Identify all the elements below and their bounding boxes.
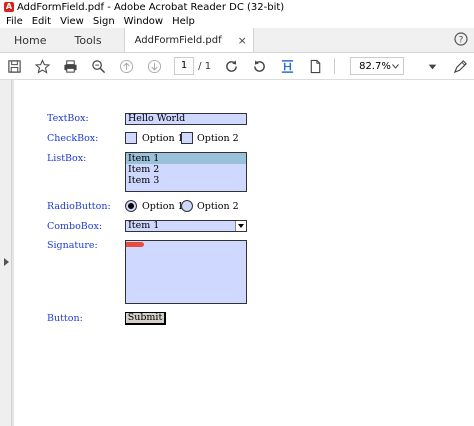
combobox-field[interactable]: Item 1 xyxy=(125,220,247,232)
save-button[interactable] xyxy=(0,53,28,80)
rotate-clockwise-button[interactable] xyxy=(217,53,245,80)
menu-help[interactable]: Help xyxy=(172,16,195,27)
arrow-up-circle-icon xyxy=(119,59,133,73)
listbox-label: ListBox: xyxy=(47,153,87,164)
radio-label: RadioButton: xyxy=(47,201,111,212)
listbox-item[interactable]: Item 3 xyxy=(126,175,246,186)
star-icon xyxy=(34,58,50,74)
close-tab-icon[interactable]: × xyxy=(238,34,247,47)
zoom-value: 82.7% xyxy=(359,60,391,72)
help-icon[interactable]: ? xyxy=(454,31,468,49)
radio-option-1[interactable] xyxy=(125,200,137,212)
checkbox-option-2[interactable] xyxy=(181,132,193,144)
radio-option-2-label: Option 2 xyxy=(197,201,239,212)
rotate-clockwise-icon xyxy=(225,59,237,72)
page-number-input[interactable]: 1 xyxy=(174,57,195,75)
pdf-page: TextBox: Hello World CheckBox: Option 1 … xyxy=(14,80,474,426)
combobox-value: Item 1 xyxy=(128,220,160,231)
fit-width-icon xyxy=(281,59,293,73)
magnifier-icon xyxy=(91,59,105,73)
tab-home[interactable]: Home xyxy=(0,28,60,52)
menu-bar: File Edit View Sign Window Help xyxy=(0,14,474,28)
next-page-button[interactable] xyxy=(140,53,168,80)
menu-window[interactable]: Window xyxy=(124,16,163,27)
printer-icon xyxy=(63,59,77,73)
more-tools-button[interactable] xyxy=(446,53,474,80)
chevron-down-icon xyxy=(392,63,399,69)
button-label: Button: xyxy=(47,313,83,324)
listbox-field[interactable]: Item 1 Item 2 Item 3 xyxy=(125,152,247,192)
acrobat-icon: A xyxy=(4,2,14,12)
combobox-label: ComboBox: xyxy=(47,221,103,232)
window-title: AddFormField.pdf - Adobe Acrobat Reader … xyxy=(17,1,285,13)
signature-field[interactable] xyxy=(125,240,247,304)
tab-document[interactable]: AddFormField.pdf × xyxy=(123,28,254,52)
listbox-item[interactable]: Item 2 xyxy=(126,164,246,175)
menu-view[interactable]: View xyxy=(60,16,84,27)
arrow-down-circle-icon xyxy=(147,59,161,73)
navigation-pane[interactable] xyxy=(0,80,12,426)
expand-pane-icon[interactable] xyxy=(4,258,9,266)
tab-document-label: AddFormField.pdf xyxy=(134,34,222,46)
save-icon xyxy=(7,59,21,73)
menu-edit[interactable]: Edit xyxy=(32,16,51,27)
menu-sign[interactable]: Sign xyxy=(93,16,115,27)
textbox-value: Hello World xyxy=(128,113,186,124)
tab-tools[interactable]: Tools xyxy=(60,28,115,52)
document-workspace: TextBox: Hello World CheckBox: Option 1 … xyxy=(0,80,474,426)
toolbar-separator xyxy=(334,58,336,74)
checkbox-option-2-label: Option 2 xyxy=(197,133,239,144)
document-icon xyxy=(310,59,320,73)
checkbox-option-1-label: Option 1 xyxy=(142,133,184,144)
textbox-field[interactable]: Hello World xyxy=(125,113,247,125)
signature-label: Signature: xyxy=(47,240,98,251)
tab-bar: Home Tools AddFormField.pdf × ? xyxy=(0,28,474,53)
radio-option-2[interactable] xyxy=(181,200,193,212)
svg-text:?: ? xyxy=(459,35,464,45)
toolbar: 1 / 1 82.7% xyxy=(0,53,474,80)
pen-icon xyxy=(453,59,467,73)
page-total: / 1 xyxy=(198,60,212,72)
rotate-counterclockwise-button[interactable] xyxy=(245,53,273,80)
bookmark-button[interactable] xyxy=(28,53,56,80)
signature-flag-icon xyxy=(126,242,144,247)
zoom-select[interactable]: 82.7% xyxy=(350,57,404,75)
page-view-button[interactable] xyxy=(301,53,329,80)
zoom-search-button[interactable] xyxy=(84,53,112,80)
tabbar-right: ? xyxy=(454,28,474,52)
zoom-dropdown-button[interactable] xyxy=(418,53,446,80)
radio-option-1-label: Option 1 xyxy=(142,201,184,212)
title-bar: A AddFormField.pdf - Adobe Acrobat Reade… xyxy=(0,0,474,14)
rotate-counterclockwise-icon xyxy=(253,59,265,72)
previous-page-button[interactable] xyxy=(112,53,140,80)
listbox-item[interactable]: Item 1 xyxy=(126,153,246,164)
menu-file[interactable]: File xyxy=(6,16,23,27)
submit-button[interactable]: Submit xyxy=(125,312,166,325)
checkbox-option-1[interactable] xyxy=(125,132,137,144)
fit-page-button[interactable] xyxy=(273,53,301,80)
combobox-dropdown-icon[interactable] xyxy=(235,221,246,231)
print-button[interactable] xyxy=(56,53,84,80)
checkbox-label: CheckBox: xyxy=(47,133,99,144)
textbox-label: TextBox: xyxy=(47,113,89,124)
caret-down-icon xyxy=(428,64,436,69)
